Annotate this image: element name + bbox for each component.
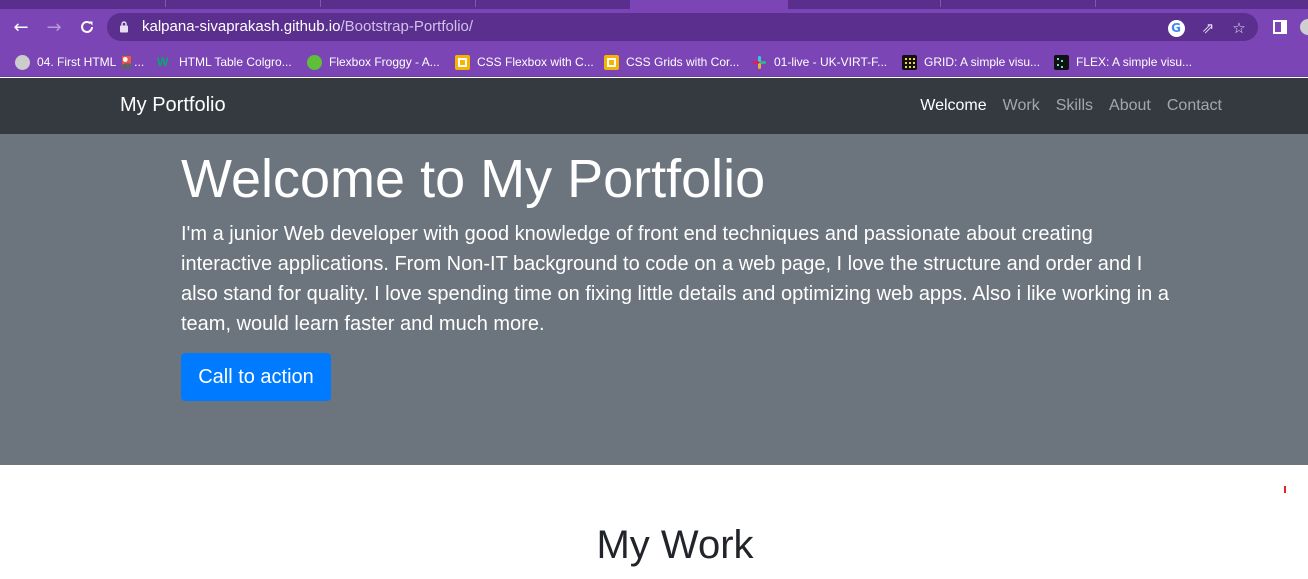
bookmark-item[interactable]: CSS Flexbox with C... <box>455 52 594 72</box>
bookmark-item[interactable]: W HTML Table Colgro... <box>157 52 292 72</box>
bookmark-item[interactable]: CSS Grids with Cor... <box>604 52 739 72</box>
bookmark-item[interactable]: Flexbox Froggy - A... <box>307 52 440 72</box>
slides-icon <box>604 54 619 70</box>
nav-skills[interactable]: Skills <box>1056 97 1093 115</box>
w3-icon: W <box>157 54 169 69</box>
hero-title: Welcome to My Portfolio <box>181 149 766 209</box>
bookmark-label: Flexbox Froggy - A... <box>329 55 440 69</box>
bookmark-label: 01-live - UK-VIRT-F... <box>774 55 888 69</box>
brand-link[interactable]: My Portfolio <box>120 94 226 117</box>
bookmark-item[interactable]: 01-live - UK-VIRT-F... <box>752 52 887 72</box>
lock-icon[interactable] <box>119 20 129 33</box>
browser-toolbar: ← → kalpana-sivaprakash.github.io/Bootst… <box>0 9 1308 46</box>
slides-icon <box>455 54 470 70</box>
nav-contact[interactable]: Contact <box>1167 97 1222 115</box>
nav-work[interactable]: Work <box>1003 97 1040 115</box>
tab-separator <box>940 0 941 7</box>
bookmark-item[interactable]: GRID: A simple visu... <box>902 52 1040 72</box>
hero-lead: I'm a junior Web developer with good kno… <box>181 223 1169 335</box>
tab-separator <box>165 0 166 7</box>
tab-separator <box>1095 0 1096 7</box>
sidebar-icon[interactable] <box>1268 15 1292 39</box>
bookmark-label: HTML Table Colgro... <box>179 55 292 69</box>
work-section: My Work <box>0 465 1308 579</box>
address-bar[interactable]: kalpana-sivaprakash.github.io/Bootstrap-… <box>107 13 1258 41</box>
tab-separator <box>475 0 476 7</box>
forward-arrow-icon[interactable]: → <box>42 15 66 39</box>
bookmark-label: FLEX: A simple visu... <box>1076 55 1193 69</box>
site-navbar: My Portfolio Welcome Work Skills About C… <box>0 78 1308 134</box>
nav-welcome[interactable]: Welcome <box>920 97 986 115</box>
bookmark-label: CSS Flexbox with C... <box>477 55 594 69</box>
url-text[interactable]: kalpana-sivaprakash.github.io/Bootstrap-… <box>142 18 473 35</box>
red-marker <box>1284 486 1286 493</box>
bookmark-label: 04. First HTML 🎴... <box>37 55 145 69</box>
grid-icon <box>902 54 917 70</box>
nav-about[interactable]: About <box>1109 97 1151 115</box>
google-icon[interactable]: G <box>1167 19 1185 37</box>
reload-icon[interactable] <box>75 15 99 39</box>
back-arrow-icon[interactable]: ← <box>9 15 33 39</box>
bookmarks-bar: 04. First HTML 🎴... W HTML Table Colgro.… <box>0 46 1308 77</box>
frog-icon <box>307 54 322 70</box>
nav-links: Welcome Work Skills About Contact <box>920 97 1222 115</box>
share-icon[interactable]: ⇗ <box>1199 19 1217 37</box>
url-host: kalpana-sivaprakash.github.io <box>142 18 341 35</box>
bookmark-label: GRID: A simple visu... <box>924 55 1041 69</box>
hero-section: Welcome to My Portfolio I'm a junior Web… <box>0 134 1308 465</box>
flex-icon <box>1054 54 1069 70</box>
bookmark-label: CSS Grids with Cor... <box>626 55 740 69</box>
github-icon <box>15 54 30 70</box>
work-heading: My Work <box>596 523 754 567</box>
tab-strip <box>0 0 1308 9</box>
tab-separator <box>320 0 321 7</box>
active-tab[interactable] <box>630 0 788 9</box>
bookmark-item[interactable]: 04. First HTML 🎴... <box>15 52 144 72</box>
bookmark-item[interactable]: FLEX: A simple visu... <box>1054 52 1192 72</box>
slack-icon <box>753 55 766 69</box>
url-path: /Bootstrap-Portfolio/ <box>340 18 474 35</box>
profile-icon[interactable] <box>1296 15 1308 39</box>
star-icon[interactable]: ☆ <box>1230 19 1248 37</box>
call-to-action-button[interactable]: Call to action <box>181 353 331 401</box>
